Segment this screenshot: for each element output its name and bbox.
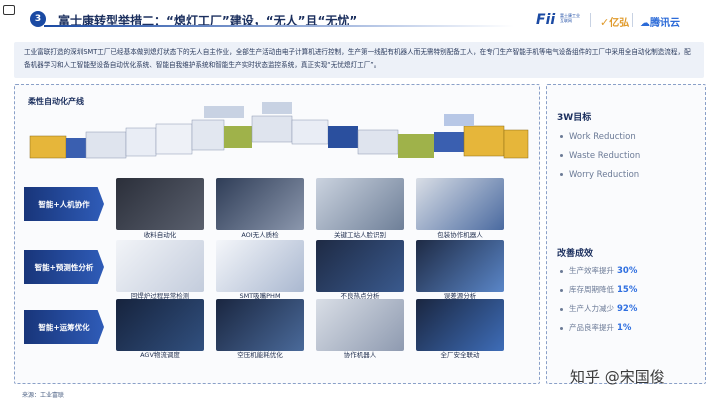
watermark: 知乎 @宋国俊 — [570, 368, 665, 386]
thumbnail-face-recognition — [316, 178, 404, 230]
row-label-predictive: 智能+预测性分析 — [24, 250, 104, 284]
window-icon — [3, 5, 15, 15]
tencent-cloud-logo: ☁腾讯云 — [640, 18, 680, 29]
thumbnail-error-source — [416, 240, 504, 292]
thumbnail-packaging-robot — [416, 178, 504, 230]
production-line-illustration — [29, 102, 529, 159]
goal-item: Waste Reduction — [560, 151, 640, 161]
goal-item: Work Reduction — [560, 132, 636, 142]
goals-title: 3W目标 — [557, 113, 592, 123]
conveyor-machines — [29, 102, 529, 159]
thumbnail-factory-safety — [416, 299, 504, 351]
fii-logo-subtitle: 富士康工业互联网 — [560, 13, 580, 23]
intro-paragraph: 工业富联打造的深圳SMT工厂已经基本做到熄灯状态下的无人自主作业，全部生产活动由… — [14, 42, 704, 78]
thumbnail-agv-dispatch — [116, 299, 204, 351]
row-label-optimization: 智能+运筹优化 — [24, 310, 104, 344]
caption: 关键工站人脸识别 — [334, 231, 386, 239]
achievement-item: 生产效率提升 30% — [560, 265, 637, 276]
yihong-logo: ✓亿弘 — [600, 16, 630, 29]
thumbnail-defect-hotspot — [316, 240, 404, 292]
thumbnail-smt-phm — [216, 240, 304, 292]
achievement-item: 生产人力减少 92% — [560, 303, 637, 314]
fii-logo: Fii — [536, 12, 556, 28]
right-panel — [546, 84, 706, 384]
logo-divider — [590, 13, 591, 27]
row-label-collaboration: 智能+人机协作 — [24, 187, 104, 221]
caption: 协作机器人 — [343, 351, 377, 359]
thumbnail-reflow-detection — [116, 240, 204, 292]
achievement-item: 产品良率提升 1% — [560, 322, 631, 333]
goal-item: Worry Reduction — [560, 170, 639, 180]
caption: AGV物流调度 — [140, 351, 180, 359]
thumbnail-aoi-inspection — [216, 178, 304, 230]
caption: 包装协作机器人 — [437, 231, 483, 239]
logo-divider — [632, 13, 633, 27]
caption: 全厂安全联动 — [440, 351, 480, 359]
achievements-title: 改善成效 — [557, 249, 594, 259]
caption: 空压机能耗优化 — [237, 351, 283, 359]
title-underline — [44, 25, 514, 27]
thumbnail-collaborative-robot — [316, 299, 404, 351]
title-bar: 3 富士康转型举措二：“熄灯工厂”建设，“无人”且“无忧” Fii 富士康工业互… — [0, 0, 720, 40]
source-note: 来源：工业富联 — [22, 392, 65, 399]
thumbnail-compressor-energy — [216, 299, 304, 351]
achievement-item: 库存周期降低 15% — [560, 284, 637, 295]
caption: AOI无人质检 — [241, 231, 279, 239]
caption: 收料自动化 — [143, 231, 177, 239]
thumbnail-receiving-automation — [116, 178, 204, 230]
